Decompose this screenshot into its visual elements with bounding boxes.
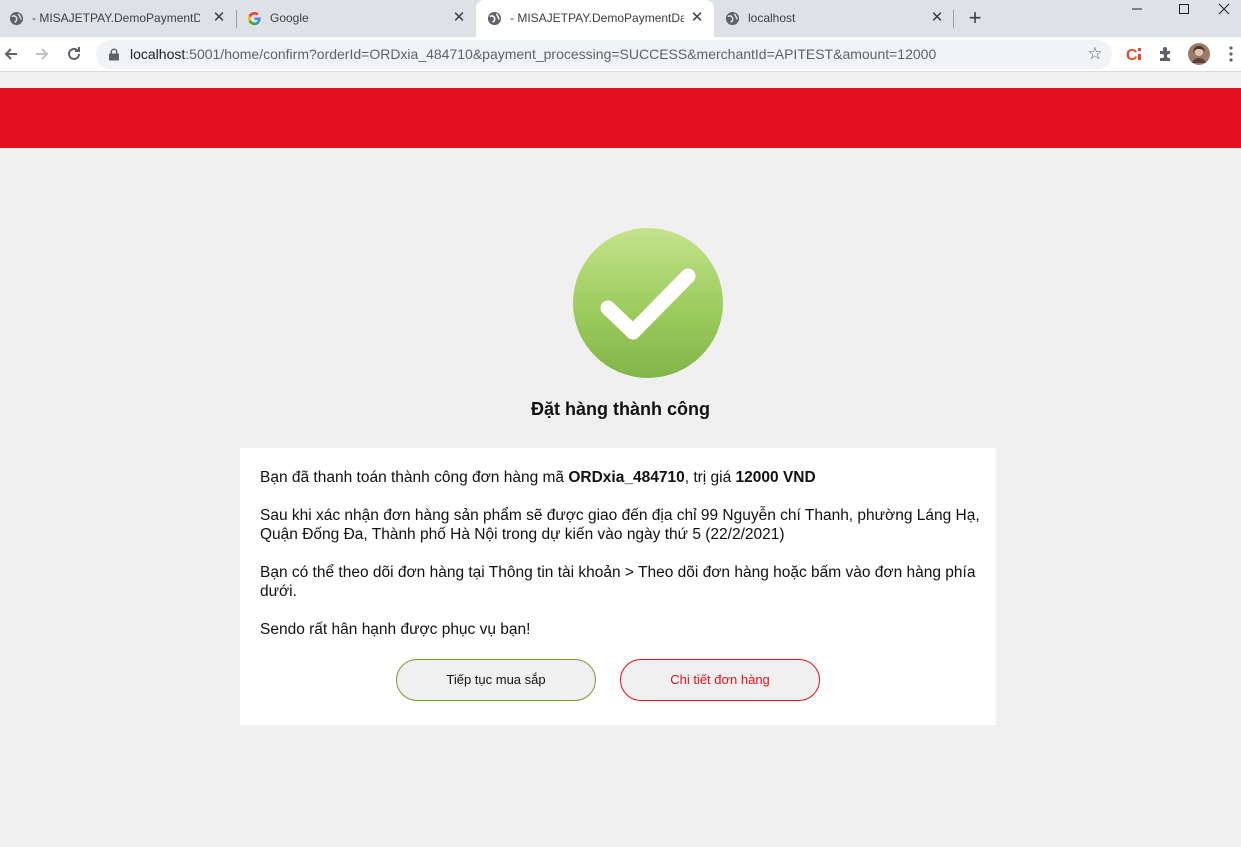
arrow-left-icon xyxy=(4,48,17,60)
close-icon xyxy=(1218,3,1230,15)
profile-avatar[interactable] xyxy=(1188,43,1210,65)
order-id: ORDxia_484710 xyxy=(568,469,685,486)
tab-title: localhost xyxy=(748,11,796,25)
tab-localhost[interactable]: localhost ✕ xyxy=(716,0,952,37)
browser-toolbar: localhost:5001/home/confirm?orderId=ORDx… xyxy=(0,37,1241,72)
browser-menu-button[interactable] xyxy=(1222,43,1240,65)
tab-title: - MISAJETPAY.DemoPaymentDat xyxy=(510,11,684,25)
forward-button[interactable] xyxy=(31,43,53,65)
tab-close-icon[interactable]: ✕ xyxy=(451,10,467,26)
minimize-icon xyxy=(1132,8,1142,10)
success-check-icon xyxy=(573,228,723,378)
globe-icon xyxy=(9,11,24,26)
maximize-button[interactable] xyxy=(1161,0,1207,30)
summary-mid: , trị giá xyxy=(684,469,736,486)
extension-c-icon[interactable]: C xyxy=(1124,44,1144,64)
bookmark-star-icon[interactable]: ☆ xyxy=(1086,45,1104,63)
arrow-right-icon xyxy=(36,48,49,60)
url-path: :5001/home/confirm?orderId=ORDxia_484710… xyxy=(185,46,937,62)
site-header-bar xyxy=(0,88,1241,148)
tab-separator xyxy=(236,10,237,28)
reload-button[interactable] xyxy=(63,43,85,65)
maximize-icon xyxy=(1179,4,1189,14)
tab-misajetpay-active[interactable]: - MISAJETPAY.DemoPaymentDat ✕ xyxy=(476,0,714,37)
extensions-puzzle-icon[interactable] xyxy=(1156,44,1176,64)
tab-strip: - MISAJETPAY.DemoPaymentDat ✕ Google ✕ -… xyxy=(0,0,1241,37)
tab-title: Google xyxy=(270,11,309,25)
tab-close-icon[interactable]: ✕ xyxy=(929,10,945,26)
tab-close-icon[interactable]: ✕ xyxy=(689,10,705,26)
continue-shopping-button[interactable]: Tiếp tục mua sắp xyxy=(396,659,596,701)
tab-separator xyxy=(953,10,954,28)
thank-you-text: Sendo rất hân hạnh được phục vụ bạn! xyxy=(260,621,531,638)
order-detail-button[interactable]: Chi tiết đơn hàng xyxy=(620,659,820,701)
reload-icon xyxy=(68,47,80,60)
summary-prefix: Bạn đã thanh toán thành công đơn hàng mã xyxy=(260,469,569,486)
address-bar[interactable]: localhost:5001/home/confirm?orderId=ORDx… xyxy=(96,40,1112,69)
order-amount: 12000 VND xyxy=(735,469,816,486)
order-confirmation-card: Bạn đã thanh toán thành công đơn hàng mã… xyxy=(240,448,996,725)
page-content: Đặt hàng thành công Bạn đã thanh toán th… xyxy=(0,73,1241,847)
kebab-menu-icon xyxy=(1229,46,1233,62)
globe-icon xyxy=(487,11,502,26)
delivery-info: Sau khi xác nhận đơn hàng sản phẩm sẽ đư… xyxy=(260,507,980,543)
close-window-button[interactable] xyxy=(1207,0,1241,30)
svg-text:C: C xyxy=(1126,47,1138,64)
globe-icon xyxy=(725,11,740,26)
success-heading: Đặt hàng thành công xyxy=(531,399,710,419)
lock-icon xyxy=(109,48,119,61)
tracking-info: Bạn có thể theo dõi đơn hàng tại Thông t… xyxy=(260,564,976,600)
new-tab-button[interactable]: + xyxy=(963,7,987,31)
tab-misajetpay-1[interactable]: - MISAJETPAY.DemoPaymentDat ✕ xyxy=(0,0,236,37)
back-button[interactable] xyxy=(0,43,22,65)
url-text: localhost:5001/home/confirm?orderId=ORDx… xyxy=(130,47,936,62)
google-icon xyxy=(247,11,261,26)
payment-summary: Bạn đã thanh toán thành công đơn hàng mã… xyxy=(260,468,990,487)
minimize-button[interactable] xyxy=(1114,0,1160,30)
tab-close-icon[interactable]: ✕ xyxy=(211,10,227,26)
tab-google[interactable]: Google ✕ xyxy=(238,0,474,37)
url-host: localhost xyxy=(130,46,186,62)
tab-title: - MISAJETPAY.DemoPaymentDat xyxy=(32,11,200,25)
